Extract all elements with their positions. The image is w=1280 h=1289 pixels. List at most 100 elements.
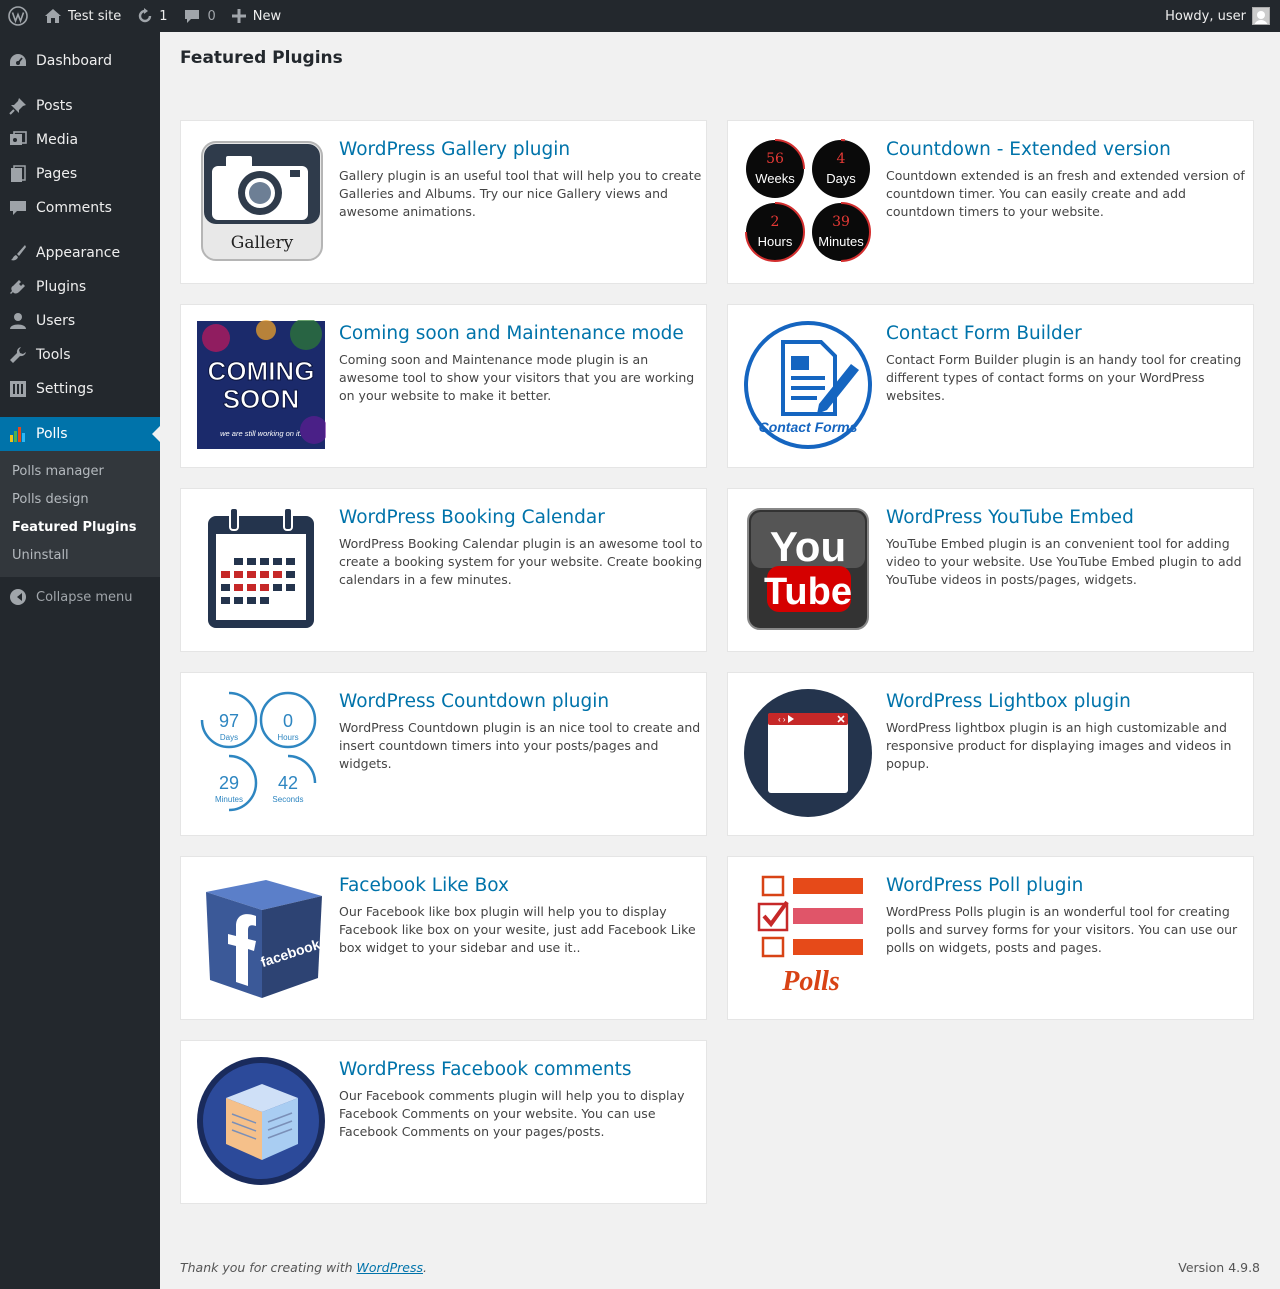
wordpress-link[interactable]: WordPress xyxy=(357,1260,423,1275)
plugin-description: Gallery plugin is an useful tool that wi… xyxy=(339,168,702,219)
admin-footer: Thank you for creating with WordPress. V… xyxy=(180,1260,1260,1275)
cd-label: Hours xyxy=(758,234,793,249)
menu-comments[interactable]: Comments xyxy=(0,191,160,225)
plugin-title[interactable]: WordPress Gallery plugin xyxy=(339,139,570,160)
footer-thanks-prefix: Thank you for creating with xyxy=(180,1260,357,1275)
media-icon xyxy=(8,130,28,150)
plugin-title[interactable]: WordPress Poll plugin xyxy=(886,875,1083,896)
plugin-card-coming-soon: COMING SOON we are still working on it. C… xyxy=(180,304,707,468)
menu-media[interactable]: Media xyxy=(0,123,160,157)
plugin-description: Countdown extended is an fresh and exten… xyxy=(886,168,1245,219)
collapse-arrow-icon xyxy=(10,589,26,605)
chart-icon xyxy=(8,424,28,444)
menu-label: Settings xyxy=(36,381,94,397)
site-name: Test site xyxy=(68,8,122,24)
coming-soon-text: COMING SOON xyxy=(208,356,315,414)
settings-icon xyxy=(8,379,28,399)
plugin-card-countdown-extended: 56 Weeks 4 Days 2 Hours 39 Minutes Count… xyxy=(727,120,1254,284)
menu-dashboard[interactable]: Dashboard xyxy=(0,44,160,78)
menu-label: Appearance xyxy=(36,245,121,261)
plugin-title[interactable]: Coming soon and Maintenance mode xyxy=(339,323,684,344)
home-icon xyxy=(45,9,61,23)
plugin-card-gallery: Gallery WordPress Gallery plugin Gallery… xyxy=(180,120,707,284)
facebook-cube-icon: facebook xyxy=(196,872,326,1002)
cd-value: 39 xyxy=(832,214,850,230)
gallery-camera-icon: Gallery xyxy=(196,136,326,266)
cd-value: 4 xyxy=(837,151,846,167)
cd-value: 29 xyxy=(219,773,239,793)
plugin-description: Contact Form Builder plugin is an handy … xyxy=(886,352,1242,403)
comments-count: 0 xyxy=(207,8,216,24)
avatar xyxy=(1252,7,1270,25)
wordpress-logo-icon[interactable] xyxy=(0,0,36,32)
plugin-description: WordPress Polls plugin is an wonderful t… xyxy=(886,904,1238,955)
admin-bar: Test site 1 0 New Howdy, user xyxy=(0,0,1280,32)
submenu-featured-plugins[interactable]: Featured Plugins xyxy=(0,514,160,542)
pages-icon xyxy=(8,164,28,184)
youtube-tube-text: Tube xyxy=(764,571,852,613)
comments-link[interactable]: 0 xyxy=(176,0,224,32)
new-label: New xyxy=(252,8,282,24)
submenu-polls-design[interactable]: Polls design xyxy=(0,486,160,514)
menu-label: Tools xyxy=(36,347,71,363)
plugin-card-facebook-like-box: facebook Facebook Like Box Our Facebook … xyxy=(180,856,707,1020)
menu-settings[interactable]: Settings xyxy=(0,372,160,406)
new-content-link[interactable]: New xyxy=(224,0,289,32)
plugin-title[interactable]: WordPress YouTube Embed xyxy=(886,507,1134,528)
plugin-description: WordPress lightbox plugin is an high cus… xyxy=(886,720,1232,771)
polls-icon-text: Polls xyxy=(781,966,840,997)
menu-pages[interactable]: Pages xyxy=(0,157,160,191)
polls-icon: Polls xyxy=(743,872,873,1002)
brush-icon xyxy=(8,243,28,263)
cd-label: Hours xyxy=(277,733,298,742)
cd-value: 42 xyxy=(278,773,298,793)
howdy-text: Howdy, user xyxy=(1165,8,1246,24)
menu-polls[interactable]: Polls xyxy=(0,417,160,451)
menu-label: Pages xyxy=(36,166,78,182)
cd-label: Minutes xyxy=(215,795,243,804)
submenu-uninstall[interactable]: Uninstall xyxy=(0,542,160,570)
menu-label: Posts xyxy=(36,98,73,114)
cd-value: 56 xyxy=(766,151,784,167)
menu-plugins[interactable]: Plugins xyxy=(0,270,160,304)
polls-submenu: Polls manager Polls design Featured Plug… xyxy=(0,451,160,577)
menu-appearance[interactable]: Appearance xyxy=(0,236,160,270)
menu-label: Media xyxy=(36,132,79,148)
plugin-description: Coming soon and Maintenance mode plugin … xyxy=(339,352,695,403)
footer-version: Version 4.9.8 xyxy=(1178,1260,1260,1275)
menu-label: Dashboard xyxy=(36,53,112,69)
submenu-polls-manager[interactable]: Polls manager xyxy=(0,458,160,486)
menu-tools[interactable]: Tools xyxy=(0,338,160,372)
plugin-card-lightbox: ‹› WordPress Lightbox plugin WordPress l… xyxy=(727,672,1254,836)
site-name-link[interactable]: Test site xyxy=(36,0,129,32)
wrench-icon xyxy=(8,345,28,365)
plugin-description: YouTube Embed plugin is an convenient to… xyxy=(886,536,1242,587)
contact-forms-text: Contact Forms xyxy=(759,419,858,435)
coming-soon-icon: COMING SOON we are still working on it. xyxy=(196,320,326,450)
user-icon xyxy=(8,311,28,331)
lightbox-icon: ‹› xyxy=(743,688,873,818)
plugin-title[interactable]: Contact Form Builder xyxy=(886,323,1082,344)
plugin-title[interactable]: WordPress Lightbox plugin xyxy=(886,691,1131,712)
plugin-description: WordPress Countdown plugin is an nice to… xyxy=(339,720,701,771)
plugin-title[interactable]: WordPress Facebook comments xyxy=(339,1059,631,1080)
menu-label: Polls xyxy=(36,426,68,442)
plugin-card-countdown: 97 Days 0 Hours 29 Minutes 42 Seconds Wo… xyxy=(180,672,707,836)
plugin-title[interactable]: WordPress Countdown plugin xyxy=(339,691,609,712)
collapse-menu-button[interactable]: Collapse menu xyxy=(0,579,160,615)
plugin-title[interactable]: Countdown - Extended version xyxy=(886,139,1171,160)
plugin-card-poll: Polls WordPress Poll plugin WordPress Po… xyxy=(727,856,1254,1020)
plugin-title[interactable]: WordPress Booking Calendar xyxy=(339,507,605,528)
plugin-title[interactable]: Facebook Like Box xyxy=(339,875,509,896)
pin-icon xyxy=(8,96,28,116)
plugin-card-contact-form: Contact Forms Contact Form Builder Conta… xyxy=(727,304,1254,468)
youtube-you-text: You xyxy=(770,523,846,570)
menu-users[interactable]: Users xyxy=(0,304,160,338)
plugin-card-booking-calendar: WordPress Booking Calendar WordPress Boo… xyxy=(180,488,707,652)
menu-posts[interactable]: Posts xyxy=(0,89,160,123)
admin-sidebar: Dashboard Posts Media Pages Comments App… xyxy=(0,32,160,1289)
comment-icon xyxy=(8,198,28,218)
facebook-comments-icon xyxy=(196,1056,326,1186)
updates-link[interactable]: 1 xyxy=(129,0,175,32)
my-account-link[interactable]: Howdy, user xyxy=(1157,0,1280,32)
